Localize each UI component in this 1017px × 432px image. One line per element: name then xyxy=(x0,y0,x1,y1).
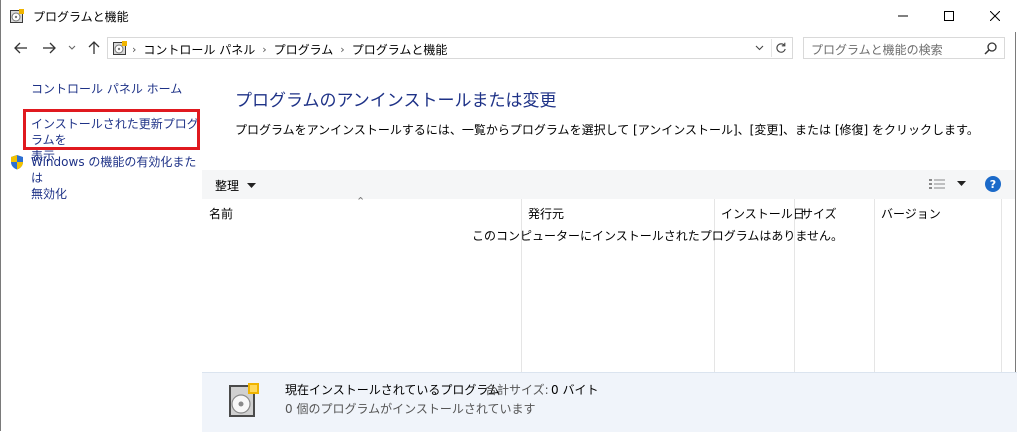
organize-button[interactable]: 整理 xyxy=(215,177,257,194)
title-bar: プログラムと機能 xyxy=(1,0,1017,32)
column-divider[interactable] xyxy=(521,199,522,372)
sidebar-control-panel-home[interactable]: コントロール パネル ホーム xyxy=(31,80,182,97)
up-button[interactable] xyxy=(85,38,103,58)
total-size-value: 0 バイト xyxy=(551,383,599,397)
main-content: プログラムのアンインストールまたは変更 プログラムをアンインストールするには、一… xyxy=(202,64,1017,432)
program-list: ⌃ 名前 発行元 インストール日 サイズ バージョン このコンピューターにインス… xyxy=(202,195,1017,372)
installed-programs-icon xyxy=(229,383,259,417)
program-window: プログラムと機能 › コントロール パネル › プログラム › プログラムと機能… xyxy=(0,0,1017,432)
details-title: 現在インストールされているプログラム xyxy=(285,383,501,397)
programs-location-icon xyxy=(113,41,127,55)
organize-label: 整理 xyxy=(215,179,240,193)
column-header-size[interactable]: サイズ xyxy=(801,205,837,222)
close-icon xyxy=(990,11,1000,21)
caret-down-icon xyxy=(247,182,257,188)
column-header-version[interactable]: バージョン xyxy=(881,205,941,222)
sidebar-link-line: 無効化 xyxy=(31,187,68,201)
breadcrumb-separator-icon[interactable]: › xyxy=(262,43,266,56)
column-divider[interactable] xyxy=(714,199,715,372)
breadcrumb-programs[interactable]: プログラム xyxy=(274,41,334,58)
details-pane: 現在インストールされているプログラム 合計サイズ: 0 バイト 0 個のプログラ… xyxy=(202,372,1017,432)
page-title: プログラムのアンインストールまたは変更 xyxy=(235,91,557,111)
breadcrumb-separator-icon[interactable]: › xyxy=(340,43,344,56)
breadcrumb-programs-and-features[interactable]: プログラムと機能 xyxy=(352,41,448,58)
sidebar-link-line: Windows の機能の有効化または xyxy=(31,155,197,185)
column-divider[interactable] xyxy=(874,199,875,372)
details-view-icon[interactable] xyxy=(929,178,947,190)
back-button[interactable] xyxy=(11,38,31,58)
view-options-dropdown-icon[interactable] xyxy=(957,177,966,189)
maximize-button[interactable] xyxy=(926,0,972,32)
help-icon[interactable]: ? xyxy=(985,176,1001,192)
search-placeholder: プログラムと機能の検索 xyxy=(811,43,943,57)
close-button[interactable] xyxy=(972,0,1017,32)
window-title: プログラムと機能 xyxy=(33,10,129,24)
recent-locations-button[interactable] xyxy=(65,38,79,58)
breadcrumb: › コントロール パネル › プログラム › プログラムと機能 xyxy=(132,41,447,58)
arrow-up-icon xyxy=(88,41,100,54)
chevron-down-icon xyxy=(755,45,763,51)
search-input[interactable]: プログラムと機能の検索 xyxy=(803,37,1005,59)
minimize-icon xyxy=(898,15,908,17)
forward-button[interactable] xyxy=(39,38,59,58)
sidebar-windows-features[interactable]: Windows の機能の有効化または 無効化 xyxy=(31,154,202,202)
arrow-right-icon xyxy=(43,42,56,54)
breadcrumb-control-panel[interactable]: コントロール パネル xyxy=(143,41,255,58)
chevron-down-icon xyxy=(68,45,76,50)
highlight-box xyxy=(23,109,200,150)
refresh-icon xyxy=(776,42,786,53)
column-header-name[interactable]: 名前 xyxy=(209,205,233,222)
column-header-publisher[interactable]: 発行元 xyxy=(528,205,564,222)
uac-shield-icon xyxy=(11,155,23,170)
column-divider[interactable] xyxy=(1001,199,1002,372)
command-bar: 整理 ? xyxy=(202,170,1015,199)
minimize-button[interactable] xyxy=(880,0,926,32)
maximize-icon xyxy=(944,11,954,21)
empty-list-message: このコンピューターにインストールされたプログラムはありません。 xyxy=(472,229,844,243)
address-bar[interactable]: › コントロール パネル › プログラム › プログラムと機能 xyxy=(107,37,793,59)
address-history-button[interactable] xyxy=(750,39,768,57)
arrow-left-icon xyxy=(14,42,27,54)
column-divider[interactable] xyxy=(794,199,795,372)
sort-indicator-icon: ⌃ xyxy=(356,195,366,208)
total-size-label: 合計サイズ: xyxy=(485,383,549,397)
page-description: プログラムをアンインストールするには、一覧からプログラムを選択して [アンインス… xyxy=(235,123,979,137)
programs-app-icon xyxy=(10,9,24,23)
column-header-install-date[interactable]: インストール日 xyxy=(721,205,805,222)
breadcrumb-separator-icon[interactable]: › xyxy=(132,43,136,56)
installed-count: 0 個のプログラムがインストールされています xyxy=(285,402,536,416)
refresh-button[interactable] xyxy=(771,39,790,57)
search-icon[interactable] xyxy=(984,41,998,55)
